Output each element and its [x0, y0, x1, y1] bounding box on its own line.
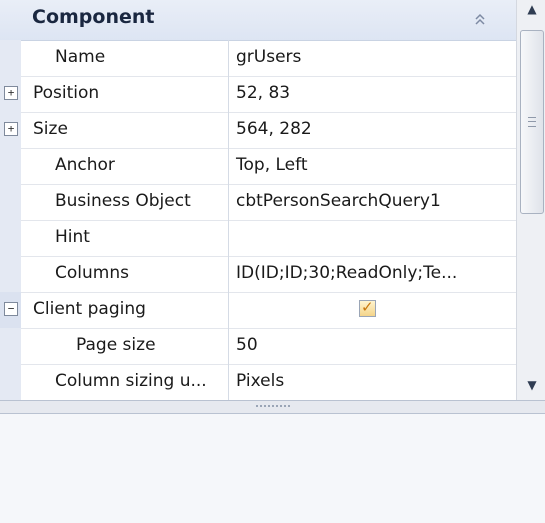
- property-name-cell: Anchor: [21, 148, 229, 184]
- property-value-position[interactable]: 52, 83: [236, 83, 290, 103]
- row-gutter: −: [0, 292, 21, 328]
- property-name-cell: Client paging: [21, 292, 229, 328]
- scroll-thumb[interactable]: [520, 30, 544, 214]
- property-label-business-object: Business Object: [55, 191, 191, 211]
- property-name-cell: Name: [21, 40, 229, 76]
- panel-splitter[interactable]: [0, 400, 545, 414]
- property-name-cell: Column sizing u...: [21, 364, 229, 400]
- description-panel: [0, 414, 545, 523]
- row-gutter: [0, 148, 21, 184]
- property-row-anchor[interactable]: Anchor Top, Left: [0, 148, 516, 185]
- scroll-up-arrow-icon[interactable]: ▲: [523, 2, 541, 16]
- property-value-name[interactable]: grUsers: [236, 47, 301, 67]
- row-gutter: [0, 220, 21, 256]
- property-label-column-sizing: Column sizing u...: [55, 371, 207, 391]
- category-title: Component: [32, 6, 155, 28]
- checkmark-icon: ✓: [361, 298, 374, 316]
- row-gutter: [0, 40, 21, 76]
- property-label-anchor: Anchor: [55, 155, 115, 175]
- property-row-hint[interactable]: Hint: [0, 220, 516, 257]
- expand-plus-icon[interactable]: +: [4, 86, 18, 100]
- property-label-columns: Columns: [55, 263, 129, 283]
- property-label-page-size: Page size: [76, 335, 156, 355]
- splitter-grip-icon: [256, 405, 290, 409]
- property-row-column-sizing[interactable]: Column sizing u... Pixels: [0, 364, 516, 400]
- property-row-business-object[interactable]: Business Object cbtPersonSearchQuery1: [0, 184, 516, 221]
- property-name-cell: Page size: [21, 328, 229, 364]
- property-label-position: Position: [33, 83, 100, 103]
- property-label-client-paging: Client paging: [33, 299, 146, 319]
- property-name-cell: Size: [21, 112, 229, 148]
- property-row-name[interactable]: Name grUsers: [0, 40, 516, 77]
- property-value-size[interactable]: 564, 282: [236, 119, 312, 139]
- grip-icon: [528, 117, 536, 127]
- property-label-name: Name: [55, 47, 106, 67]
- expand-plus-icon[interactable]: +: [4, 122, 18, 136]
- property-name-cell: Hint: [21, 220, 229, 256]
- row-gutter: +: [0, 76, 21, 112]
- property-name-cell: Position: [21, 76, 229, 112]
- collapse-minus-icon[interactable]: −: [4, 302, 18, 316]
- property-label-hint: Hint: [55, 227, 90, 247]
- property-value-anchor[interactable]: Top, Left: [236, 155, 307, 175]
- vertical-scrollbar[interactable]: ▲ ▼: [516, 0, 545, 400]
- property-grid: Component Name grUsers + Position 52, 83…: [0, 0, 516, 400]
- property-row-size[interactable]: + Size 564, 282: [0, 112, 516, 149]
- property-value-business-object[interactable]: cbtPersonSearchQuery1: [236, 191, 441, 211]
- collapse-category-icon[interactable]: [468, 8, 492, 30]
- property-row-columns[interactable]: Columns ID(ID;ID;30;ReadOnly;Te...: [0, 256, 516, 293]
- row-gutter: +: [0, 112, 21, 148]
- property-value-columns[interactable]: ID(ID;ID;30;ReadOnly;Te...: [236, 263, 457, 283]
- row-gutter: [0, 328, 21, 364]
- property-row-client-paging[interactable]: − Client paging ✓: [0, 292, 516, 329]
- property-name-cell: Business Object: [21, 184, 229, 220]
- property-value-column-sizing[interactable]: Pixels: [236, 371, 284, 391]
- property-value-page-size[interactable]: 50: [236, 335, 258, 355]
- property-name-cell: Columns: [21, 256, 229, 292]
- row-gutter: [0, 184, 21, 220]
- property-row-position[interactable]: + Position 52, 83: [0, 76, 516, 113]
- row-gutter: [0, 364, 21, 400]
- property-label-size: Size: [33, 119, 68, 139]
- client-paging-checkbox[interactable]: ✓: [359, 298, 376, 317]
- category-header-component[interactable]: Component: [0, 0, 516, 41]
- scroll-down-arrow-icon[interactable]: ▼: [523, 378, 541, 392]
- row-gutter: [0, 256, 21, 292]
- property-row-page-size[interactable]: Page size 50: [0, 328, 516, 365]
